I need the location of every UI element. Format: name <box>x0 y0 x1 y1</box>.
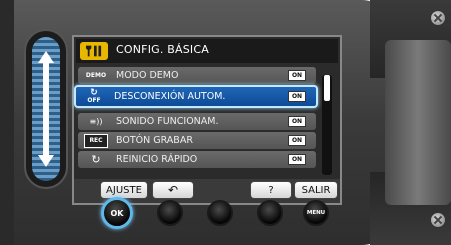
menu-item-modo-demo[interactable]: DEMO MODO DEMO ON <box>78 67 316 84</box>
auto-power-off-icon: ↻ OFF <box>87 87 101 104</box>
menu-item-sonido-funcionam[interactable]: ≡)) SONIDO FUNCIONAM. ON <box>78 113 316 130</box>
on-badge: ON <box>288 70 306 81</box>
menu-item-desconexion-autom[interactable]: ↻ OFF DESCONEXIÓN AUTOM. ON <box>74 85 318 108</box>
scroll-down-arrow-icon <box>38 155 54 167</box>
hinge-middle <box>385 40 451 205</box>
help-button[interactable]: ? <box>250 181 292 199</box>
on-badge: ON <box>288 116 306 127</box>
ajuste-button[interactable]: AJUSTE <box>100 181 148 199</box>
title-bar: CONFIG. BÁSICA <box>76 39 338 63</box>
menu-item-label: MODO DEMO <box>116 70 179 81</box>
menu-scrollbar[interactable] <box>322 75 332 175</box>
menu-item-reinicio-rapido[interactable]: ↻ REINICIO RÁPIDO ON <box>78 151 316 168</box>
menu-item-label: DESCONEXIÓN AUTOM. <box>114 91 226 102</box>
camera-edge <box>0 0 14 245</box>
touch-scroll-sensor[interactable] <box>24 29 68 189</box>
scroll-shaft <box>43 61 49 159</box>
on-badge: ON <box>288 135 306 146</box>
back-button[interactable]: ↶ <box>152 181 194 199</box>
menu-item-label: SONIDO FUNCIONAM. <box>116 116 219 127</box>
demo-icon: DEMO <box>85 72 107 79</box>
scroll-track[interactable] <box>32 37 60 181</box>
ok-label: OK <box>110 209 124 218</box>
tools-icon <box>80 42 108 60</box>
menu-item-label: BOTÓN GRABAR <box>116 135 193 146</box>
function-button-3[interactable] <box>207 200 233 226</box>
function-button-2[interactable] <box>157 200 183 226</box>
function-button-4[interactable] <box>257 200 283 226</box>
screw-icon <box>430 212 446 228</box>
lcd-screen: CONFIG. BÁSICA DEMO MODO DEMO ON ↻ OFF D… <box>72 35 342 205</box>
menu-item-boton-grabar[interactable]: REC BOTÓN GRABAR ON <box>78 132 316 149</box>
menu-scroll-thumb[interactable] <box>324 75 330 101</box>
menu-button[interactable]: MENU <box>303 200 329 226</box>
menu-item-label: REINICIO RÁPIDO <box>116 154 198 165</box>
rec-icon: REC <box>84 133 108 148</box>
menu-label: MENU <box>306 210 326 216</box>
on-badge: ON <box>288 91 306 102</box>
ok-button[interactable]: OK <box>101 197 133 229</box>
page-title: CONFIG. BÁSICA <box>116 43 209 56</box>
salir-button[interactable]: SALIR <box>294 181 338 199</box>
screw-icon <box>430 10 446 26</box>
sound-icon: ≡)) <box>89 117 103 126</box>
on-badge: ON <box>288 154 306 165</box>
quick-restart-icon: ↻ <box>91 153 101 166</box>
